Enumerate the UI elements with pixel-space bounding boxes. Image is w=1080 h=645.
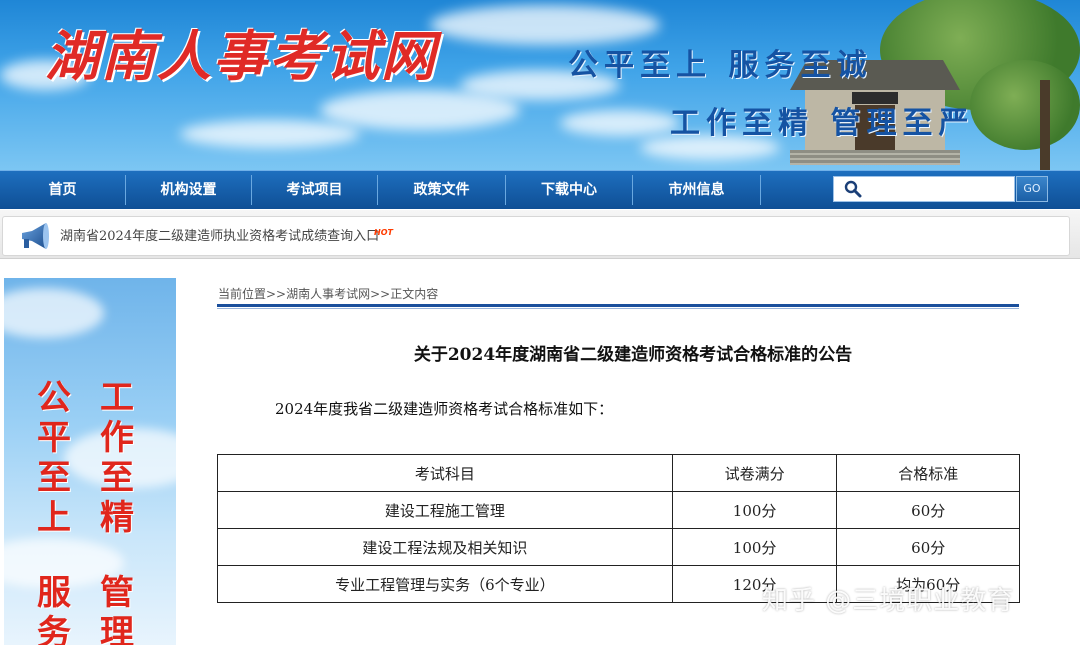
nav-exams[interactable]: 考试项目 — [252, 171, 377, 209]
breadcrumb[interactable]: 当前位置>>湖南人事考试网>>正文内容 — [218, 285, 438, 302]
article-title: 关于2024年度湖南省二级建造师资格考试合格标准的公告 — [413, 345, 853, 365]
nav-cities[interactable]: 市州信息 — [633, 171, 760, 209]
table-cell: 专业工程管理与实务（6个专业） — [217, 565, 673, 603]
tree-graphic — [970, 60, 1080, 150]
notice-link[interactable]: 湖南省2024年度二级建造师执业资格考试成绩查询入口 — [60, 225, 379, 244]
table-header-cell: 试卷满分 — [671, 454, 838, 492]
table-cell: 建设工程法规及相关知识 — [217, 528, 673, 566]
table-header-row: 考试科目 试卷满分 合格标准 — [217, 454, 1020, 492]
table-header-cell: 考试科目 — [217, 454, 673, 492]
nav-policies[interactable]: 政策文件 — [378, 171, 505, 209]
nav-downloads[interactable]: 下载中心 — [506, 171, 632, 209]
search-icon — [844, 180, 862, 198]
nav-home[interactable]: 首页 — [0, 171, 125, 209]
side-slogan-col2: 工 作 至 精 管 理 — [100, 378, 134, 645]
table-cell: 建设工程施工管理 — [217, 491, 673, 529]
table-cell: 60分 — [836, 528, 1020, 566]
megaphone-icon — [22, 223, 49, 249]
table-cell: 100分 — [671, 528, 838, 566]
hot-badge: HOT — [374, 228, 393, 237]
search-input[interactable] — [868, 179, 1012, 199]
slogan-top: 公平至上 服务至诚 — [568, 48, 873, 83]
nav-organization[interactable]: 机构设置 — [126, 171, 251, 209]
search-go-button[interactable]: GO — [1016, 176, 1048, 202]
side-banner: 公 平 至 上 服 务 工 作 至 精 管 理 — [4, 278, 176, 645]
table-row: 建设工程法规及相关知识 100分 60分 — [217, 528, 1020, 566]
article-intro: 2024年度我省二级建造师资格考试合格标准如下： — [275, 400, 614, 418]
divider — [217, 304, 1019, 307]
search-box — [833, 176, 1015, 202]
side-slogan-col1: 公 平 至 上 服 务 — [37, 378, 71, 645]
table-cell: 100分 — [671, 491, 838, 529]
header-banner: 湖南人事考试网 公平至上 服务至诚 工作至精 管理至严 — [0, 0, 1080, 170]
table-header-cell: 合格标准 — [836, 454, 1020, 492]
table-row: 建设工程施工管理 100分 60分 — [217, 491, 1020, 529]
slogan-bottom: 工作至精 管理至严 — [670, 106, 975, 141]
watermark: 知乎 @三境职业教育 — [762, 586, 1015, 616]
table-cell: 60分 — [836, 491, 1020, 529]
site-logo[interactable]: 湖南人事考试网 — [45, 12, 437, 91]
divider — [217, 308, 1019, 309]
